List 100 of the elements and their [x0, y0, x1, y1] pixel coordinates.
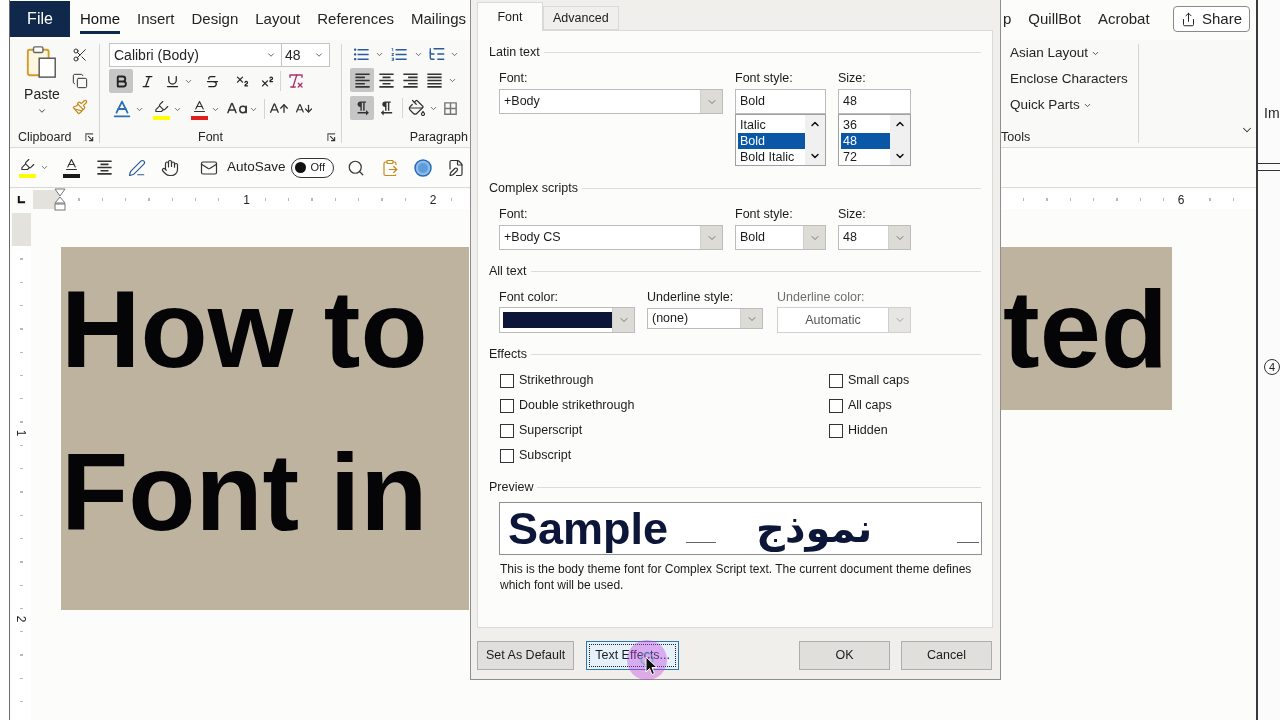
- autosave-label: AutoSave: [227, 158, 286, 177]
- file-pen-icon[interactable]: [446, 158, 465, 177]
- size-field[interactable]: 48: [838, 89, 911, 114]
- font-combo[interactable]: +Body CS: [499, 225, 723, 250]
- dialog-tab[interactable]: Advanced: [543, 6, 619, 30]
- group-label: Tools: [1001, 129, 1031, 147]
- checkbox[interactable]: [500, 398, 514, 413]
- font-color-icon[interactable]: [62, 157, 80, 178]
- indent-marker-icon[interactable]: [54, 188, 66, 212]
- checkbox-label: Hidden: [848, 422, 888, 440]
- align-right-icon: [400, 70, 420, 90]
- pen-icon[interactable]: [128, 158, 146, 177]
- list-item[interactable]: 72: [841, 149, 890, 165]
- file-tab[interactable]: File: [10, 1, 70, 37]
- window-text: Im: [1264, 105, 1280, 121]
- ribbon-tab[interactable]: Insert: [137, 0, 175, 34]
- align-center-icon[interactable]: [95, 158, 114, 177]
- ribbon-tab[interactable]: Home: [80, 0, 120, 34]
- dialog-button[interactable]: OK: [799, 641, 890, 670]
- clear-formatting-icon[interactable]: [287, 72, 305, 90]
- clipboard-arrow-icon[interactable]: [380, 158, 399, 177]
- list-item[interactable]: Bold: [738, 133, 805, 149]
- mail-icon[interactable]: [199, 158, 219, 177]
- multilevel-list-icon[interactable]: [428, 45, 446, 63]
- dialog-launcher-icon[interactable]: [85, 133, 94, 142]
- paint-bucket-icon[interactable]: [408, 99, 426, 117]
- ribbon-tab[interactable]: QuillBot: [1028, 0, 1081, 34]
- checkbox[interactable]: [500, 448, 514, 463]
- checkbox[interactable]: [500, 373, 514, 388]
- tab-stop-icon[interactable]: [17, 195, 26, 204]
- share-icon: [1180, 11, 1196, 27]
- ribbon-tab[interactable]: References: [317, 0, 394, 34]
- list-item[interactable]: Italic: [738, 117, 805, 133]
- ribbon-command[interactable]: Quick Parts: [1010, 92, 1092, 118]
- checkbox[interactable]: [829, 398, 843, 413]
- ribbon-command[interactable]: Asian Layout: [1010, 40, 1101, 66]
- ribbon-tab[interactable]: Acrobat: [1097, 0, 1150, 34]
- dialog-tab[interactable]: Font: [477, 2, 543, 31]
- hand-icon[interactable]: [161, 158, 179, 177]
- size-field[interactable]: 48: [838, 225, 911, 250]
- letter-a-icon[interactable]: [111, 98, 133, 120]
- list-item[interactable]: 36: [841, 117, 890, 133]
- bold-button[interactable]: [109, 69, 133, 93]
- chevron-down-icon: [37, 106, 47, 116]
- field-label: Underline color:: [777, 289, 865, 305]
- align-center-icon: [376, 70, 396, 90]
- ruler-number: 2: [427, 192, 439, 207]
- font-size-combo[interactable]: 48: [282, 43, 330, 67]
- ribbon-tab[interactable]: Design: [191, 0, 239, 34]
- circle-icon[interactable]: [413, 158, 432, 177]
- checkbox-label: Strikethrough: [519, 372, 594, 390]
- align-left-icon: [352, 70, 372, 90]
- preview-sample-text: Sample: [508, 503, 669, 554]
- text-direction-ltr-button[interactable]: [350, 96, 374, 120]
- font-combo[interactable]: +Body: [499, 89, 723, 114]
- highlighter-icon[interactable]: [152, 98, 170, 120]
- scrollbar[interactable]: [890, 115, 910, 165]
- section-title: Complex scripts: [489, 180, 578, 196]
- checkbox[interactable]: [829, 373, 843, 388]
- align-left-button[interactable]: [350, 68, 374, 92]
- toggle-knob-icon: [294, 162, 306, 173]
- font-name-combo[interactable]: Calibri (Body): [109, 43, 282, 67]
- checkbox[interactable]: [500, 423, 514, 438]
- ruler-margin: [12, 213, 31, 246]
- checkbox[interactable]: [829, 423, 843, 438]
- ribbon-command[interactable]: Enclose Characters: [1010, 66, 1128, 92]
- size-list[interactable]: 36 48 72: [838, 114, 911, 166]
- font-color-icon[interactable]: [190, 98, 208, 120]
- font-style-list[interactable]: Italic Bold Bold Italic: [735, 114, 826, 166]
- highlighter-icon[interactable]: [18, 157, 36, 178]
- checkbox-label: Superscript: [519, 422, 583, 440]
- superscript-icon: [259, 73, 275, 89]
- scissors-icon[interactable]: [72, 47, 88, 63]
- ribbon-tab[interactable]: p: [1003, 0, 1012, 34]
- list-item[interactable]: 48: [841, 133, 890, 149]
- autosave-toggle[interactable]: Off: [290, 157, 334, 178]
- ruler-number: 2: [15, 615, 28, 623]
- copy-icon[interactable]: [72, 73, 88, 89]
- share-button[interactable]: Share: [1172, 6, 1250, 32]
- field-label: Font:: [499, 206, 528, 222]
- ribbon-tab[interactable]: Mailings: [411, 0, 467, 34]
- paintbrush-icon[interactable]: [72, 99, 88, 115]
- dialog-launcher-icon[interactable]: [327, 133, 336, 142]
- dialog-button[interactable]: Cancel: [901, 641, 992, 670]
- underline-style-dropdown[interactable]: (none): [647, 308, 763, 329]
- clipboard-icon: [25, 44, 59, 80]
- font-style-field[interactable]: Bold: [735, 225, 826, 250]
- field-label: Size:: [838, 70, 866, 86]
- paste-button[interactable]: Paste: [10, 40, 68, 128]
- search-icon[interactable]: [346, 158, 365, 177]
- font-style-field[interactable]: Bold: [735, 89, 826, 114]
- borders-icon[interactable]: [442, 99, 459, 117]
- strikethrough-icon: [204, 73, 220, 89]
- scrollbar[interactable]: [805, 115, 825, 165]
- ribbon-tab[interactable]: Layout: [255, 0, 301, 34]
- group-label: Font: [198, 129, 223, 147]
- font-color-dropdown[interactable]: [499, 307, 635, 333]
- list-item[interactable]: Bold Italic: [738, 149, 805, 165]
- dialog-button[interactable]: Text Effects...: [586, 641, 680, 670]
- dialog-button[interactable]: Set As Default: [477, 641, 575, 670]
